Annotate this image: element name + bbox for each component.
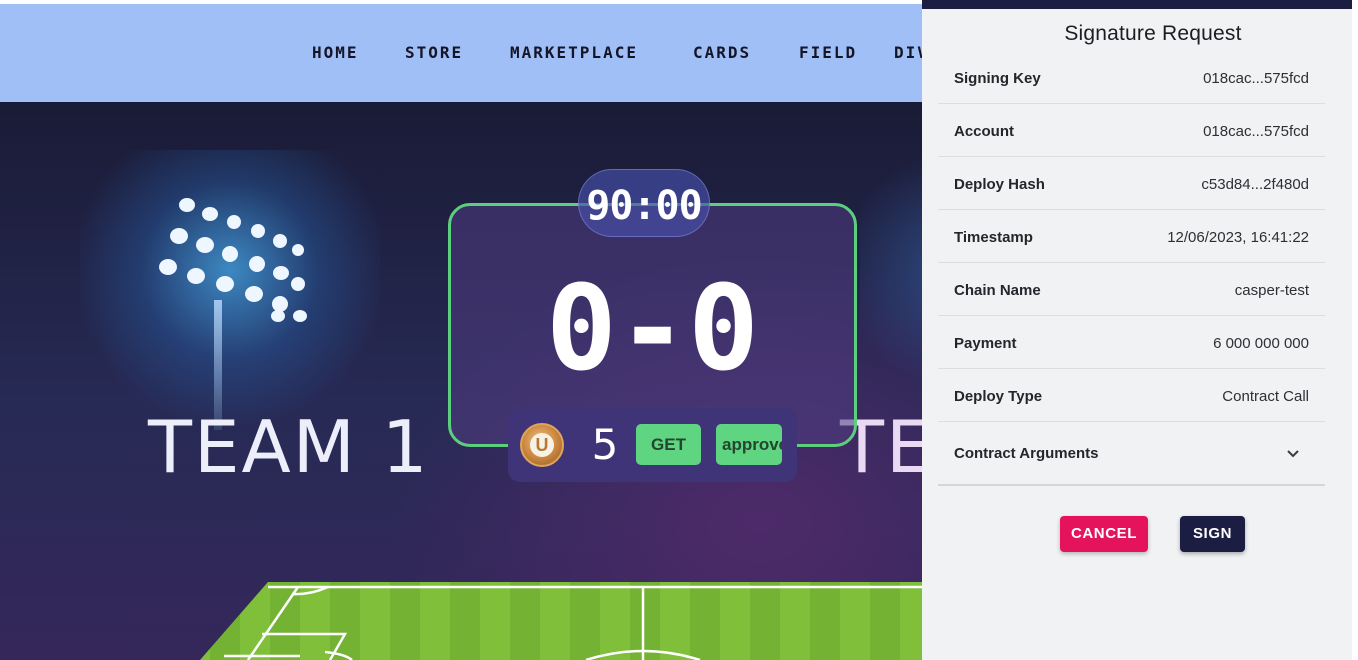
row-label: Deploy Hash: [954, 176, 1045, 193]
cancel-button[interactable]: CANCEL: [1060, 516, 1148, 552]
coin-icon: U: [520, 423, 564, 467]
row-value: 6 000 000 000: [1213, 335, 1309, 352]
panel-edge: [1352, 0, 1358, 660]
match-timer: 90:00: [586, 183, 702, 229]
floodlight-icon: [159, 198, 307, 322]
nav-field[interactable]: FIELD: [799, 43, 857, 62]
panel-top-bar: [922, 0, 1352, 9]
detail-row-timestamp: Timestamp 12/06/2023, 16:41:22: [938, 210, 1325, 263]
panel-title: Signature Request: [1064, 22, 1242, 45]
row-value: casper-test: [1234, 282, 1309, 299]
nav-store[interactable]: STORE: [405, 43, 463, 62]
detail-row-signing-key: Signing Key 018cac...575fcd: [938, 51, 1325, 104]
detail-row-account: Account 018cac...575fcd: [938, 104, 1325, 157]
nav-marketplace[interactable]: MARKETPLACE: [510, 43, 638, 62]
approve-button[interactable]: approve: [716, 424, 782, 465]
row-value: 018cac...575fcd: [1203, 70, 1309, 87]
chevron-down-icon[interactable]: [1285, 446, 1301, 462]
row-label: Timestamp: [954, 229, 1033, 246]
coin-symbol: U: [530, 433, 554, 457]
soccer-field: [200, 582, 930, 660]
contract-arguments-toggle[interactable]: Contract Arguments: [938, 422, 1325, 486]
row-label: Chain Name: [954, 282, 1041, 299]
detail-row-payment: Payment 6 000 000 000: [938, 316, 1325, 369]
deploy-details: Signing Key 018cac...575fcd Account 018c…: [938, 51, 1325, 486]
nav-home[interactable]: HOME: [312, 43, 359, 62]
row-value: 018cac...575fcd: [1203, 123, 1309, 140]
contract-arguments-label: Contract Arguments: [954, 445, 1099, 462]
nav-cards[interactable]: CARDS: [693, 43, 751, 62]
row-label: Payment: [954, 335, 1017, 352]
coin-count: 5: [591, 420, 619, 469]
signature-request-panel: Signature Request Signing Key 018cac...5…: [922, 0, 1358, 660]
row-label: Account: [954, 123, 1014, 140]
row-value: c53d84...2f480d: [1201, 176, 1309, 193]
detail-row-deploy-hash: Deploy Hash c53d84...2f480d: [938, 157, 1325, 210]
row-value: Contract Call: [1222, 388, 1309, 405]
row-label: Deploy Type: [954, 388, 1043, 405]
row-label: Signing Key: [954, 70, 1041, 87]
row-value: 12/06/2023, 16:41:22: [1167, 229, 1309, 246]
detail-row-deploy-type: Deploy Type Contract Call: [938, 369, 1325, 422]
detail-row-chain-name: Chain Name casper-test: [938, 263, 1325, 316]
team1-name: TEAM 1: [148, 405, 430, 489]
sign-button[interactable]: SIGN: [1180, 516, 1245, 552]
match-score: 0-0: [545, 259, 760, 397]
get-button[interactable]: GET: [636, 424, 701, 465]
